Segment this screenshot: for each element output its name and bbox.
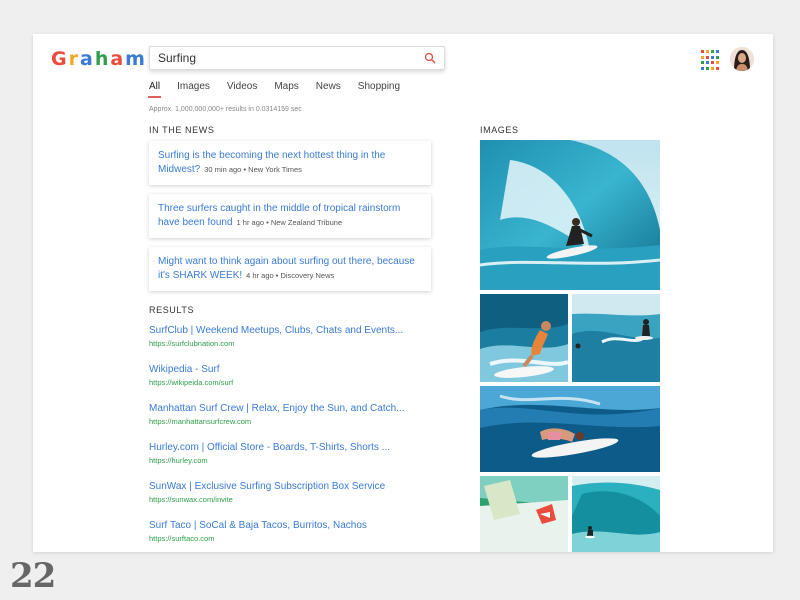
- result-title-link[interactable]: SunWax | Exclusive Surfing Subscription …: [149, 481, 449, 492]
- apps-dot: [716, 61, 719, 64]
- result-url[interactable]: https://manhattansurfcrew.com: [149, 417, 449, 426]
- image-thumbnail-surfer-wave[interactable]: [572, 294, 660, 382]
- tab-images[interactable]: Images: [177, 81, 210, 98]
- search-tabs: All Images Videos Maps News Shopping: [147, 81, 400, 98]
- search-icon[interactable]: [424, 52, 436, 64]
- wave-barrel-image: [480, 140, 660, 290]
- apps-dot: [706, 55, 709, 59]
- search-result: SunWax | Exclusive Surfing Subscription …: [149, 481, 449, 504]
- apps-dot: [701, 50, 704, 53]
- logo-letter-h: h: [94, 48, 111, 70]
- underwater-surfer-image: [480, 386, 660, 472]
- logo-letter-g: G: [51, 48, 69, 70]
- search-result: Manhattan Surf Crew | Relax, Enjoy the S…: [149, 403, 449, 426]
- result-title-link[interactable]: Surf Taco | SoCal & Baja Tacos, Burritos…: [149, 520, 449, 531]
- image-thumbnail-surfer-woman[interactable]: [480, 294, 568, 382]
- image-thumbnail-wave-barrel[interactable]: [480, 140, 660, 290]
- tab-news[interactable]: News: [316, 81, 341, 98]
- tab-videos[interactable]: Videos: [227, 81, 257, 98]
- result-url[interactable]: https://wikipeida.com/surf: [149, 378, 449, 387]
- result-url[interactable]: https://surftaco.com: [149, 534, 449, 543]
- apps-grid-icon[interactable]: [701, 50, 719, 70]
- result-url[interactable]: https://hurley.com: [149, 456, 449, 465]
- result-title-link[interactable]: Wikipedia - Surf: [149, 364, 449, 375]
- tab-shopping[interactable]: Shopping: [358, 81, 400, 98]
- image-thumbnail-underwater-surfer[interactable]: [480, 386, 660, 472]
- search-box[interactable]: [149, 46, 445, 70]
- search-result: Hurley.com | Official Store - Boards, T-…: [149, 442, 449, 465]
- apps-dot: [711, 61, 714, 64]
- result-url[interactable]: https://sunwax.com/invite: [149, 495, 449, 504]
- logo-letter-a2: a: [110, 48, 126, 70]
- apps-dot: [716, 50, 719, 53]
- logo[interactable]: Graham: [51, 48, 147, 70]
- apps-dot: [701, 61, 704, 64]
- result-url[interactable]: https://surfclubnation.com: [149, 339, 449, 348]
- result-title-link[interactable]: SurfClub | Weekend Meetups, Clubs, Chats…: [149, 325, 449, 336]
- tab-all[interactable]: All: [147, 81, 162, 98]
- board-closeup-image: [480, 476, 568, 552]
- news-card[interactable]: Three surfers caught in the middle of tr…: [149, 194, 431, 238]
- images-heading: IMAGES: [480, 125, 519, 135]
- news-heading: IN THE NEWS: [149, 125, 215, 135]
- result-title-link[interactable]: Manhattan Surf Crew | Relax, Enjoy the S…: [149, 403, 449, 414]
- apps-dot: [701, 66, 704, 70]
- search-results-page: Graham All Images Videos Maps News Shopp…: [33, 34, 773, 552]
- search-result: Wikipedia - Surf https://wikipeida.com/s…: [149, 364, 449, 387]
- apps-dot: [716, 66, 719, 70]
- news-card[interactable]: Surfing is the becoming the next hottest…: [149, 141, 431, 185]
- news-card[interactable]: Might want to think again about surfing …: [149, 247, 431, 291]
- news-meta: 4 hr ago • Discovery News: [246, 271, 335, 280]
- logo-letter-r: r: [68, 48, 80, 70]
- image-thumbnail-teal-wave[interactable]: [572, 476, 660, 552]
- tab-maps[interactable]: Maps: [274, 81, 298, 98]
- apps-dot: [706, 66, 709, 70]
- image-thumbnail-board-closeup[interactable]: [480, 476, 568, 552]
- surfer-wave-image: [572, 294, 660, 382]
- shot-number: 22: [10, 556, 56, 596]
- results-heading: RESULTS: [149, 305, 195, 315]
- logo-letter-a: a: [79, 48, 95, 70]
- avatar-image: [730, 47, 754, 71]
- apps-dot: [711, 50, 714, 53]
- surfer-woman-image: [480, 294, 568, 382]
- apps-dot: [716, 55, 719, 59]
- news-meta: 1 hr ago • New Zealand Tribune: [236, 218, 343, 227]
- search-result: SurfClub | Weekend Meetups, Clubs, Chats…: [149, 325, 449, 348]
- teal-wave-image: [572, 476, 660, 552]
- apps-dot: [711, 55, 714, 59]
- apps-dot: [711, 66, 714, 70]
- result-title-link[interactable]: Hurley.com | Official Store - Boards, T-…: [149, 442, 449, 453]
- apps-dot: [701, 55, 704, 59]
- user-avatar[interactable]: [730, 47, 754, 71]
- result-count: Approx. 1,000,000,000+ results in 0.0314…: [149, 106, 302, 113]
- logo-letter-m: m: [125, 48, 147, 70]
- search-input[interactable]: [158, 51, 424, 65]
- news-meta: 30 min ago • New York Times: [204, 165, 302, 174]
- apps-dot: [706, 61, 709, 64]
- apps-dot: [706, 50, 709, 53]
- search-result: Surf Taco | SoCal & Baja Tacos, Burritos…: [149, 520, 449, 543]
